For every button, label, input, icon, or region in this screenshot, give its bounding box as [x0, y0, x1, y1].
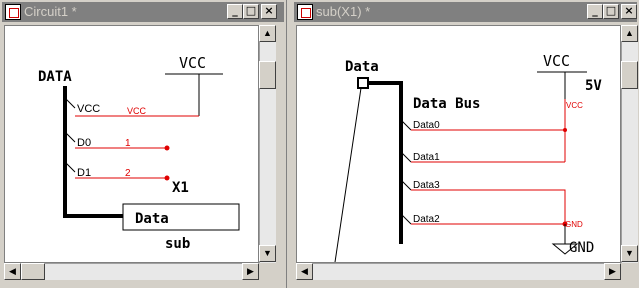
maximize-button[interactable]: □ — [243, 4, 259, 19]
vertical-scrollbar[interactable]: ▲ ▼ — [621, 25, 638, 263]
resize-grip-icon[interactable] — [259, 263, 276, 280]
net-label-2: 2 — [125, 168, 131, 179]
scroll-up-arrow-icon[interactable]: ▲ — [621, 25, 638, 42]
minimize-button[interactable]: _ — [227, 4, 243, 19]
data-bus — [368, 81, 403, 244]
pin-label-data3: Data3 — [413, 180, 440, 191]
voltage-label: 5V — [585, 78, 602, 94]
vcc-power-label: VCC — [543, 52, 570, 70]
net-2-end — [164, 175, 170, 181]
net-label-vcc: VCC — [127, 106, 147, 116]
title-bar[interactable]: Circuit1 * _ □ × — [2, 2, 284, 22]
pin-label-data0: Data0 — [413, 120, 440, 131]
close-button[interactable]: × — [621, 4, 637, 19]
net-label-gnd: GND — [565, 220, 583, 229]
horizontal-scrollbar[interactable]: ◀ ▶ — [296, 263, 621, 280]
vertical-scrollbar[interactable]: ▲ ▼ — [259, 25, 276, 263]
pin-label-data2: Data2 — [413, 214, 440, 225]
schematic-icon — [5, 4, 21, 20]
schematic-icon — [297, 4, 313, 20]
sub-block-name: sub — [165, 236, 190, 252]
data-port[interactable] — [357, 77, 369, 89]
schematic-canvas[interactable]: Data Data Bus VCC 5V VCC Data0 Data1 Dat… — [296, 25, 621, 263]
scroll-right-arrow-icon[interactable]: ▶ — [242, 263, 259, 280]
net-1-end — [164, 145, 170, 151]
horizontal-scrollbar[interactable]: ◀ ▶ — [4, 263, 259, 280]
pin-label-d1: D1 — [77, 167, 91, 179]
vcc-power-label: VCC — [179, 54, 206, 72]
scroll-down-arrow-icon[interactable]: ▼ — [621, 245, 638, 262]
scroll-up-arrow-icon[interactable]: ▲ — [259, 25, 276, 42]
junction-dot — [563, 128, 567, 132]
leader-line — [334, 87, 362, 262]
gnd-power-label: GND — [569, 240, 594, 256]
scroll-left-arrow-icon[interactable]: ◀ — [296, 263, 313, 280]
vertical-scroll-thumb[interactable] — [621, 61, 638, 89]
horizontal-scroll-thumb[interactable] — [21, 263, 45, 280]
scroll-down-arrow-icon[interactable]: ▼ — [259, 245, 276, 262]
scroll-right-arrow-icon[interactable]: ▶ — [604, 263, 621, 280]
sub-window: sub(X1) * _ □ × Data Data Bus VCC 5V VCC… — [292, 0, 639, 288]
port-label: Data — [345, 59, 379, 75]
vertical-scroll-thumb[interactable] — [259, 61, 276, 89]
pin-label-vcc: VCC — [77, 103, 100, 115]
scroll-left-arrow-icon[interactable]: ◀ — [4, 263, 21, 280]
net-label-vcc: VCC — [566, 101, 583, 110]
bus-label: Data Bus — [413, 96, 480, 112]
sub-block-port-label: Data — [135, 211, 169, 227]
window-title: Circuit1 * — [24, 4, 77, 19]
close-button[interactable]: × — [261, 4, 277, 19]
pin-label-d0: D0 — [77, 137, 91, 149]
schematic-canvas[interactable]: VCC DATA VCC VCC D0 1 D1 2 X1 Data sub — [4, 25, 259, 263]
bus-label: DATA — [38, 69, 72, 85]
maximize-button[interactable]: □ — [603, 4, 619, 19]
net-label-1: 1 — [125, 138, 131, 149]
window-title: sub(X1) * — [316, 4, 371, 19]
pin-label-data1: Data1 — [413, 152, 440, 163]
instance-label: X1 — [172, 180, 189, 196]
minimize-button[interactable]: _ — [587, 4, 603, 19]
circuit1-window: Circuit1 * _ □ × VCC DATA VCC VCC D0 1 D… — [0, 0, 287, 288]
title-bar[interactable]: sub(X1) * _ □ × — [294, 2, 637, 22]
